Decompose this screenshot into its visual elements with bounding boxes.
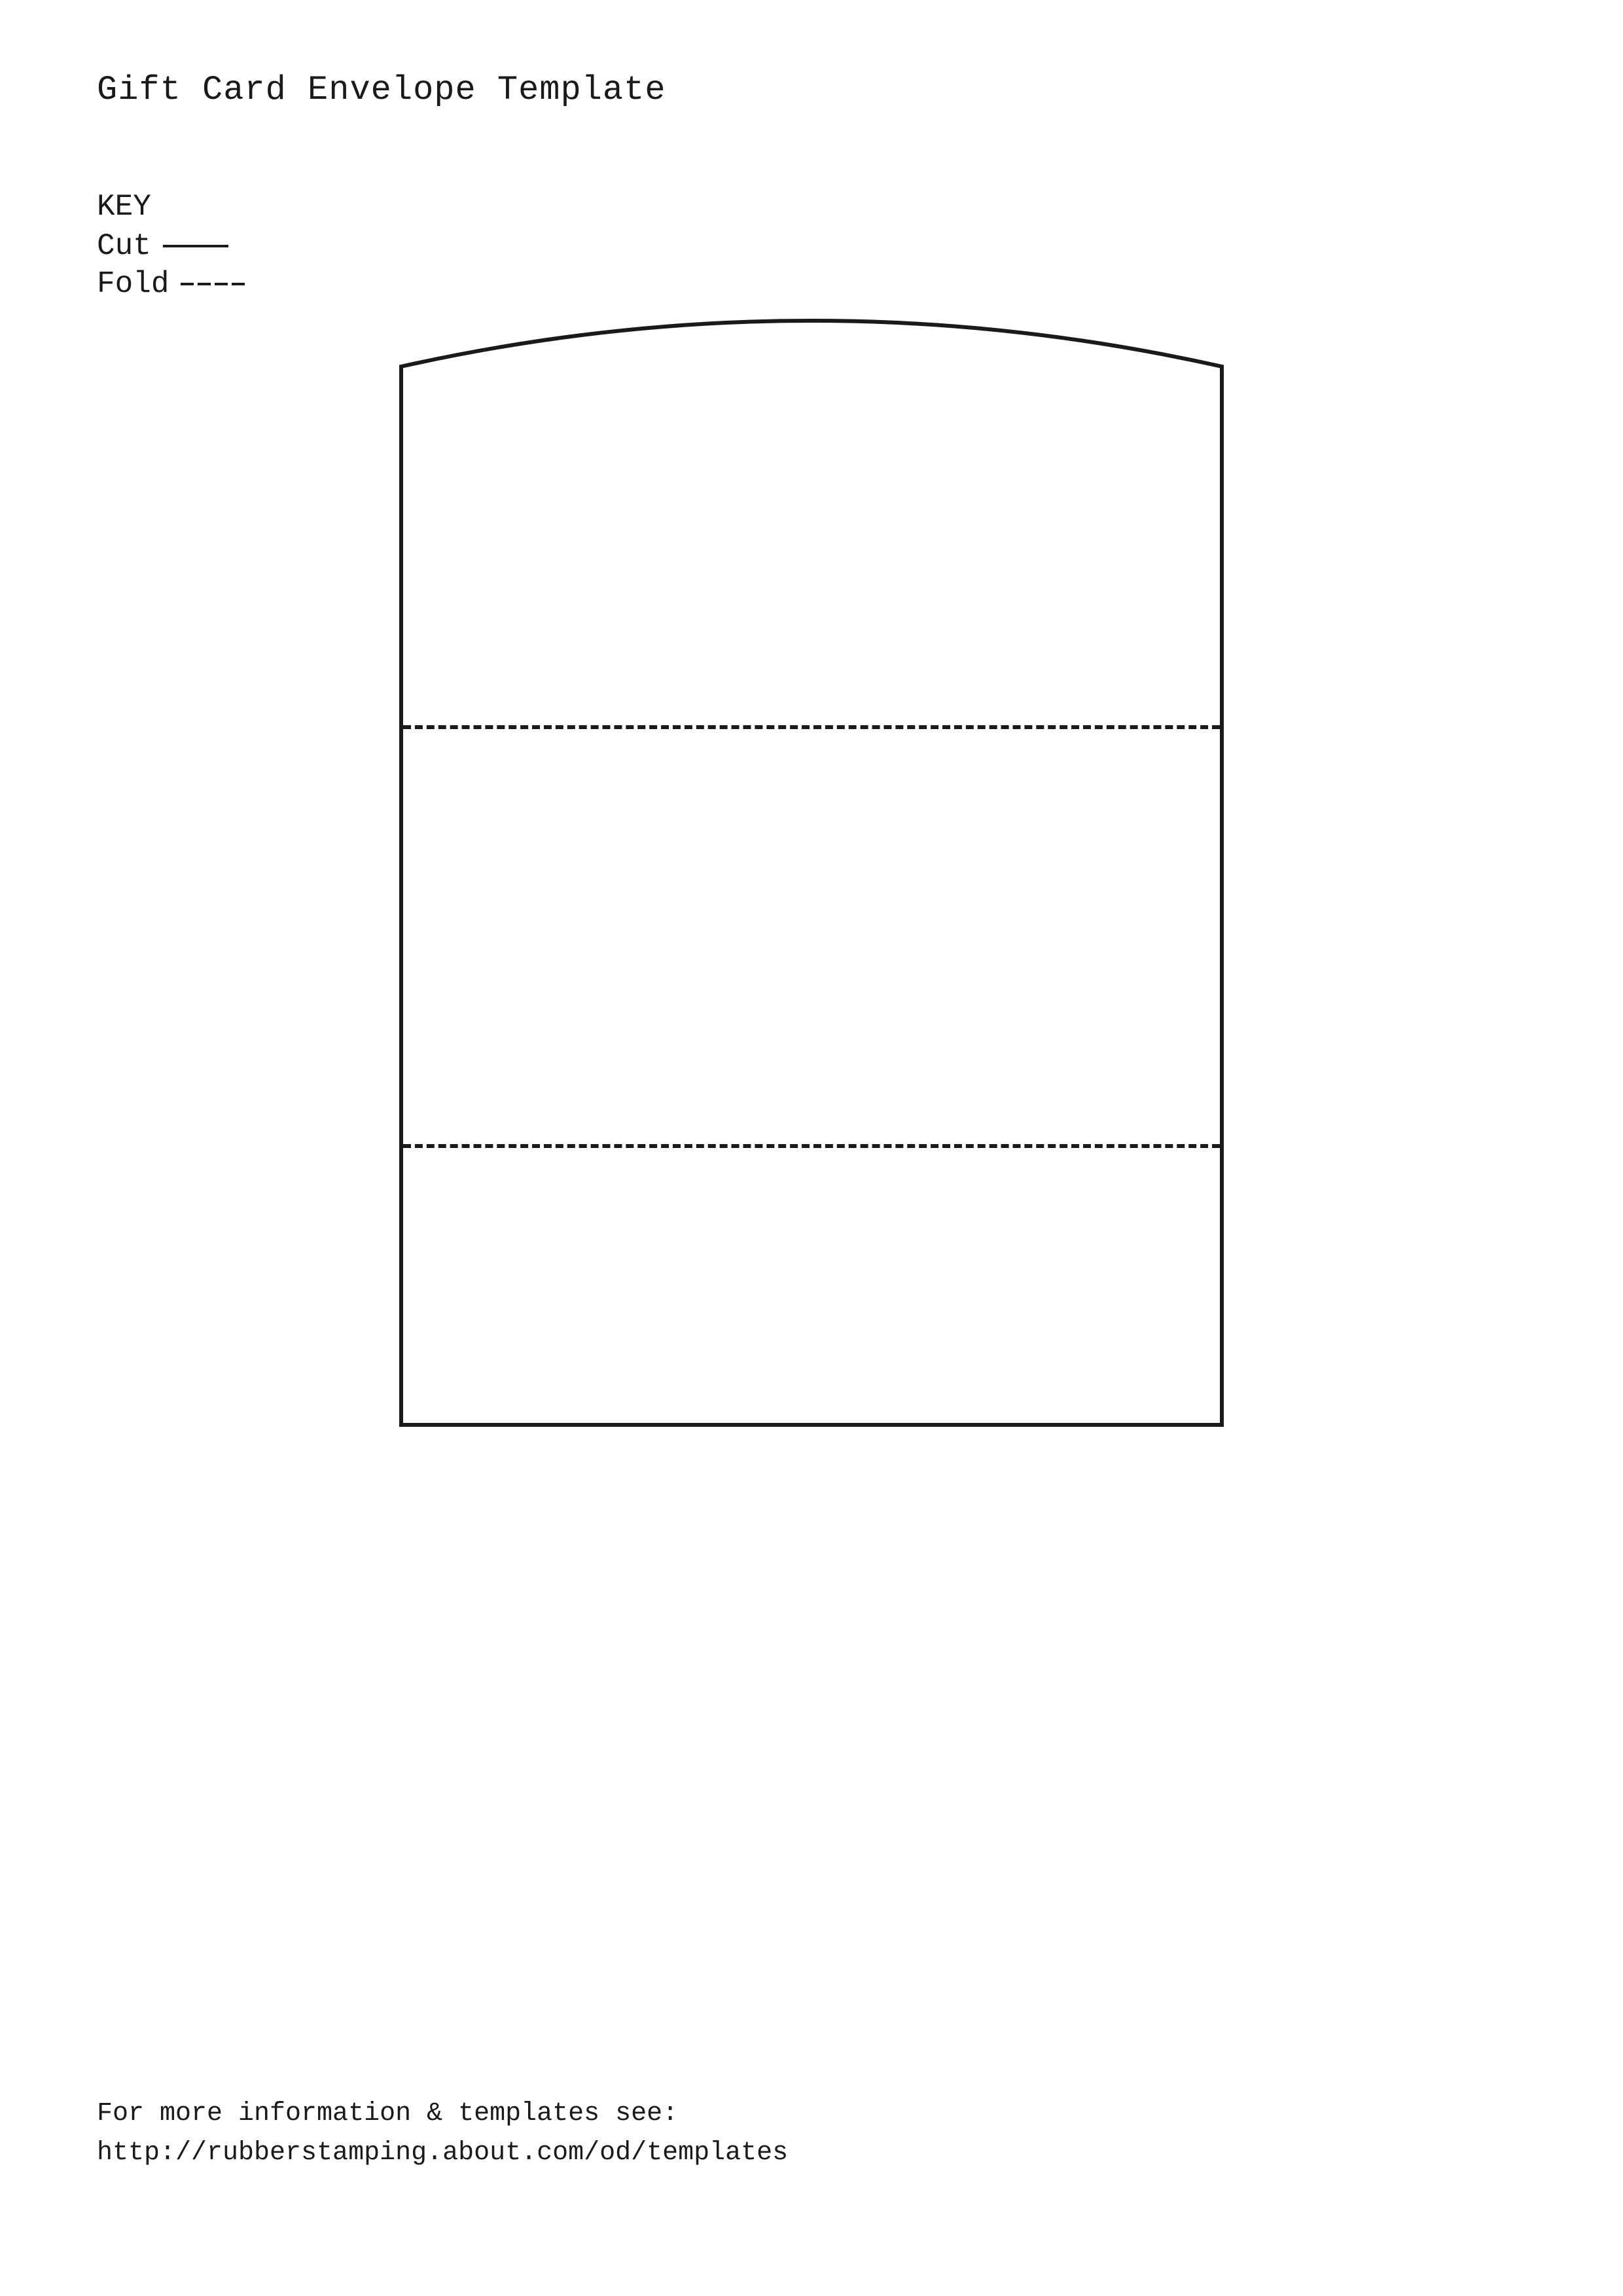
cut-label: Cut — [97, 229, 151, 263]
fold-key-row: Fold — [97, 267, 253, 301]
fold-line-upper — [403, 725, 1220, 729]
cut-key-row: Cut — [97, 229, 253, 263]
page-title: Gift Card Envelope Template — [97, 71, 666, 109]
fold-dash-4 — [232, 283, 245, 285]
envelope-body — [399, 411, 1224, 1427]
key-heading: KEY — [97, 190, 253, 224]
fold-label: Fold — [97, 267, 169, 301]
footer-section: For more information & templates see: ht… — [97, 2094, 788, 2173]
envelope-container — [97, 314, 1526, 1427]
envelope-top-curve — [399, 314, 1224, 419]
fold-line-lower — [403, 1144, 1220, 1148]
key-section: KEY Cut Fold — [97, 190, 253, 305]
page: Gift Card Envelope Template KEY Cut Fold — [0, 0, 1623, 2296]
envelope-wrapper — [399, 314, 1224, 1427]
footer-line2: http://rubberstamping.about.com/od/templ… — [97, 2134, 788, 2173]
cut-line-sample — [163, 245, 228, 247]
footer-line1: For more information & templates see: — [97, 2094, 788, 2134]
fold-dash-3 — [215, 283, 228, 285]
fold-line-sample — [181, 283, 253, 285]
fold-dash-1 — [181, 283, 194, 285]
fold-dash-2 — [198, 283, 211, 285]
